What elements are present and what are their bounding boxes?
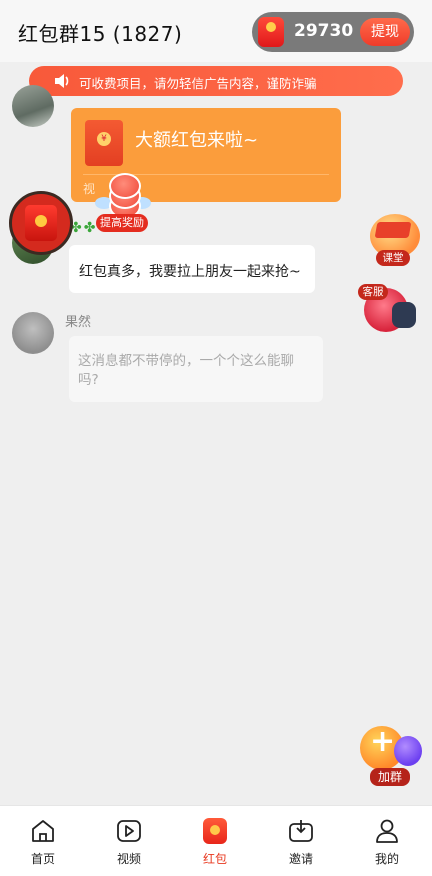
invite-icon bbox=[289, 820, 313, 842]
red-packet-icon bbox=[85, 120, 123, 166]
course-button[interactable]: 课堂 bbox=[366, 210, 422, 266]
top-bar: 红包群15 (1827) 29730 提现 bbox=[0, 0, 432, 62]
course-tag: 课堂 bbox=[376, 250, 410, 266]
withdraw-button[interactable]: 提现 bbox=[360, 18, 410, 46]
tab-label: 邀请 bbox=[288, 852, 313, 866]
customer-service-button[interactable]: 客服 bbox=[356, 282, 420, 338]
message-bubble[interactable]: 这消息都不带停的，一个个这么能聊吗? bbox=[69, 336, 323, 402]
wallet-pill[interactable]: 29730 提现 bbox=[252, 12, 414, 52]
join-group-button[interactable]: 加群 bbox=[358, 722, 426, 788]
wallet-amount: 29730 bbox=[294, 21, 354, 41]
message-text: 这消息都不带停的，一个个这么能聊吗? bbox=[78, 353, 294, 388]
message-bubble[interactable]: 红包真多，我要拉上朋友一起来抢~ bbox=[69, 245, 315, 293]
floating-red-packet[interactable] bbox=[9, 191, 73, 255]
tab-label: 视频 bbox=[116, 852, 141, 866]
group-title: 红包群15 (1827) bbox=[18, 22, 183, 46]
red-packet-icon bbox=[203, 818, 227, 844]
notice-banner[interactable]: 可收费项目，请勿轻信广告内容，谨防诈骗 bbox=[29, 66, 403, 96]
reward-tag[interactable]: 提高奖励 bbox=[96, 214, 148, 232]
tab-red-packet[interactable]: 红包 bbox=[172, 806, 258, 876]
message-text: 红包真多，我要拉上朋友一起来抢~ bbox=[79, 264, 301, 280]
tab-label: 红包 bbox=[202, 852, 227, 866]
headset-icon bbox=[392, 302, 416, 328]
coin-icon bbox=[109, 173, 141, 199]
sender-name: 果然 bbox=[65, 315, 92, 330]
tab-invite[interactable]: 邀请 bbox=[258, 806, 344, 876]
red-packet-icon bbox=[25, 205, 57, 241]
red-packet-icon bbox=[258, 17, 284, 47]
red-packet-text: 大额红包来啦~ bbox=[135, 130, 259, 151]
video-icon bbox=[117, 820, 141, 842]
tab-video[interactable]: 视频 bbox=[86, 806, 172, 876]
service-tag: 客服 bbox=[358, 284, 388, 300]
join-tag: 加群 bbox=[370, 768, 410, 786]
notice-text: 可收费项目，请勿轻信广告内容，谨防诈骗 bbox=[79, 76, 317, 91]
red-packet-footer: 视 bbox=[83, 182, 96, 196]
bottom-tab-bar: 首页 视频 红包 邀请 我的 bbox=[0, 805, 432, 876]
avatar[interactable] bbox=[12, 312, 54, 354]
tab-home[interactable]: 首页 bbox=[0, 806, 86, 876]
tab-label: 首页 bbox=[30, 852, 55, 866]
tab-profile[interactable]: 我的 bbox=[344, 806, 430, 876]
avatar[interactable] bbox=[12, 85, 54, 127]
bubble-icon bbox=[394, 736, 422, 766]
profile-icon bbox=[376, 819, 398, 843]
home-icon bbox=[32, 820, 54, 842]
clover-icon: ✤✤ bbox=[70, 220, 98, 236]
tab-label: 我的 bbox=[374, 852, 399, 866]
speaker-icon bbox=[55, 74, 69, 88]
